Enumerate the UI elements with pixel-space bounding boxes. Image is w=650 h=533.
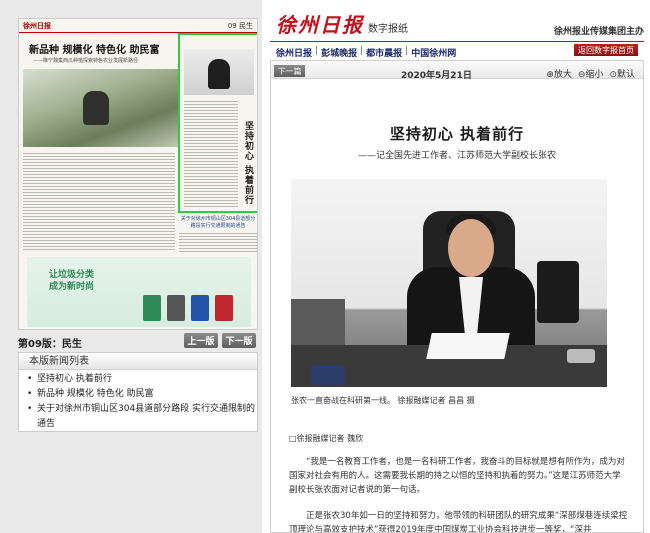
article-toolbar: 下一篇 2020年5月21日 ⊕放大 ⊖缩小 ⊙默认 xyxy=(271,61,643,81)
news-link[interactable]: 关于对徐州市铜山区304县道部分路段 实行交通限制的通告 xyxy=(37,402,257,432)
article-container: 下一篇 2020年5月21日 ⊕放大 ⊖缩小 ⊙默认 坚持初心 执着前行 ——记… xyxy=(270,60,644,533)
link-pengcheng-evening[interactable]: 彭城晚报 xyxy=(321,46,357,59)
home-button[interactable]: 返回数字报首页 xyxy=(574,44,638,56)
recycle-bin-icon xyxy=(215,295,233,321)
paper-photo-farm xyxy=(23,69,179,147)
link-xuzhou-daily[interactable]: 徐州日报 xyxy=(276,46,312,59)
paper-text-block xyxy=(184,99,238,209)
news-link[interactable]: 坚持初心 执着前行 xyxy=(37,372,112,387)
paper-logo: 徐州日报 xyxy=(23,21,51,30)
article-paragraph: 正是张农30年如一日的坚持和努力，他带领的科研团队的研究成果“深部煤巷连续梁控顶… xyxy=(289,511,628,533)
paper-subheadline-1: ——睢宁魏集西瓜种植探索特色农业发展新路径 xyxy=(33,58,139,64)
list-item[interactable]: • 新品种 规模化 特色化 助民富 xyxy=(27,387,257,402)
news-list-title: 本版新闻列表 xyxy=(19,353,257,370)
recycle-bin-icon xyxy=(143,295,161,321)
paper-text-block xyxy=(23,151,175,251)
zoom-out-button[interactable]: ⊖缩小 xyxy=(578,67,604,80)
link-metro-morning[interactable]: 都市晨报 xyxy=(366,46,402,59)
page-navigation: 第09版：民生 上一版 下一版 xyxy=(18,333,258,351)
bullet-icon: • xyxy=(27,389,33,399)
paper-page-number: 09 民生 xyxy=(227,21,253,30)
news-link[interactable]: 新品种 规模化 特色化 助民富 xyxy=(37,387,154,402)
paper-headline-1[interactable]: 新品种 规模化 特色化 助民富 xyxy=(29,41,159,56)
list-item[interactable]: • 坚持初心 执着前行 xyxy=(27,372,257,387)
paper-notice-headline[interactable]: 关于对徐州市铜山区304县道部分路段实行交通限制的通告 xyxy=(179,215,257,229)
site-brand[interactable]: 徐州日报 数字报纸 xyxy=(276,10,408,38)
prev-page-button[interactable]: 上一版 xyxy=(184,333,218,348)
zoom-controls: ⊕放大 ⊖缩小 ⊙默认 xyxy=(546,67,635,80)
header-divider xyxy=(270,41,644,42)
default-icon: ⊙ xyxy=(609,70,617,80)
left-panel: 徐州日报 09 民生 新品种 规模化 特色化 助民富 ——睢宁魏集西瓜种植探索特… xyxy=(0,0,262,533)
paper-header: 徐州日报 09 民生 xyxy=(19,19,257,33)
current-page-label: 第09版：民生 xyxy=(18,338,82,350)
paper-ad-garbage-sorting: 让垃圾分类 成为新时尚 xyxy=(27,257,251,327)
bullet-icon: • xyxy=(27,374,33,384)
news-list: • 坚持初心 执着前行 • 新品种 规模化 特色化 助民富 • 关于对徐州市铜山区30… xyxy=(19,370,257,432)
bullet-icon: • xyxy=(27,404,33,414)
recycle-bin-icon xyxy=(167,295,185,321)
site-logo-sub: 数字报纸 xyxy=(368,24,408,35)
ad-slogan: 让垃圾分类 成为新时尚 xyxy=(49,270,95,292)
publisher-label: 徐州报业传媒集团主办 xyxy=(553,27,644,37)
article-highlight-box[interactable]: 坚持初心 执着前行 xyxy=(178,33,257,213)
article-paragraph: “我是一名教育工作者，也是一名科研工作者，我奋斗的目标就是想有所作为，成为对国家… xyxy=(289,457,625,495)
article-author: □徐报融媒记者 魏欣 xyxy=(289,434,364,443)
link-china-xuzhou[interactable]: 中国徐州网 xyxy=(411,46,456,59)
list-item[interactable]: • 关于对徐州市铜山区304县道部分路段 实行交通限制的通告 xyxy=(27,402,257,432)
article-title: 坚持初心 执着前行 xyxy=(389,125,525,143)
recycle-bin-icon xyxy=(191,295,209,321)
article-subtitle: ——记全国先进工作者、江苏师范大学副校长张农 xyxy=(357,151,556,161)
plus-icon: ⊕ xyxy=(546,70,554,80)
news-list-panel: 本版新闻列表 • 坚持初心 执着前行 • 新品种 规模化 特色化 助民富 • 关于对徐… xyxy=(18,352,258,432)
next-page-button[interactable]: 下一版 xyxy=(222,333,256,348)
newspaper-page-thumbnail[interactable]: 徐州日报 09 民生 新品种 规模化 特色化 助民富 ——睢宁魏集西瓜种植探索特… xyxy=(18,18,258,330)
site-links: 徐州日报 | 彭城晚报 | 都市晨报 | 中国徐州网 xyxy=(276,46,457,59)
article-photo xyxy=(291,179,607,387)
site-logo: 徐州日报 xyxy=(276,13,364,37)
paper-photo-portrait xyxy=(184,49,254,95)
zoom-default-button[interactable]: ⊙默认 xyxy=(609,67,635,80)
next-article-button[interactable]: 下一篇 xyxy=(274,65,305,77)
zoom-in-button[interactable]: ⊕放大 xyxy=(546,67,572,80)
issue-date: 2020年5月21日 xyxy=(401,71,472,81)
article-panel: 徐州日报 数字报纸 徐州报业传媒集团主办 徐州日报 | 彭城晚报 | 都市晨报 | 中… xyxy=(262,0,650,533)
paper-vertical-title: 坚持初心 执着前行 xyxy=(243,121,253,206)
paper-text-block xyxy=(179,231,257,253)
photo-caption: 张农一直奋战在科研第一线。 徐报融媒记者 昌昌 摄 xyxy=(291,396,475,405)
